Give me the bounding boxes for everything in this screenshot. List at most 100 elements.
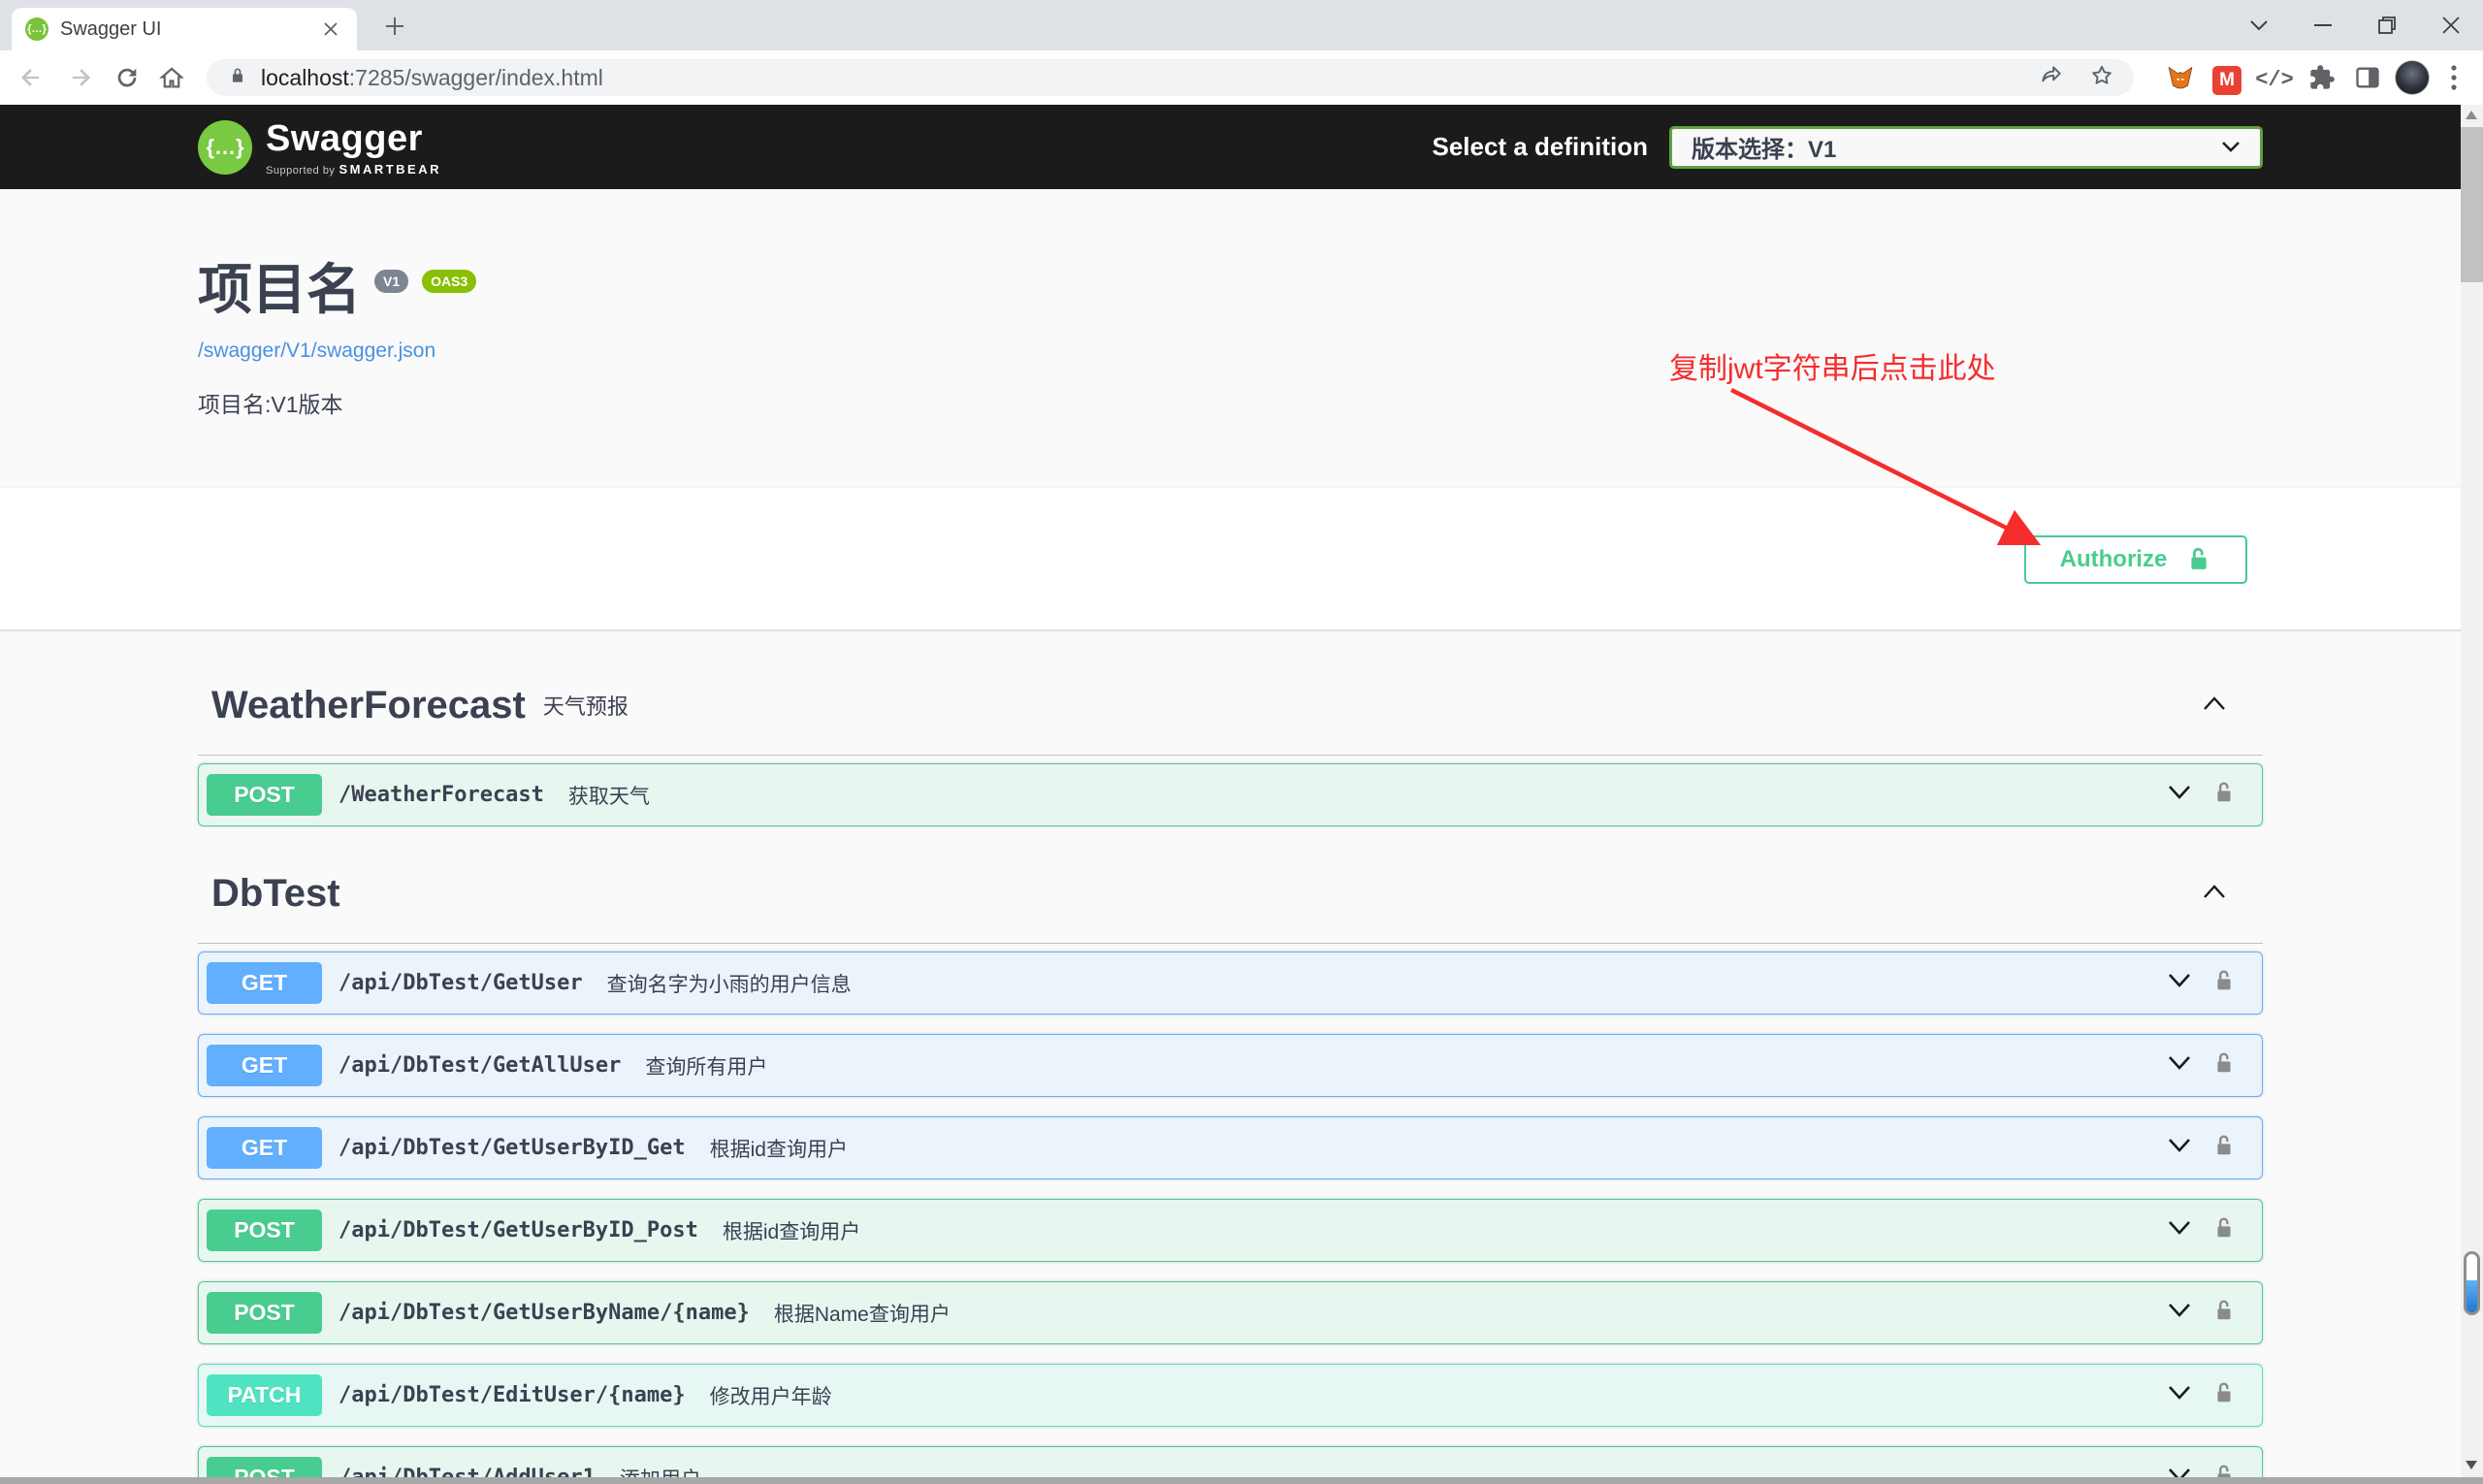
browser-tab[interactable]: {…} Swagger UI: [12, 8, 357, 50]
select-definition-label: Select a definition: [1433, 132, 1649, 162]
chevron-down-icon[interactable]: [2168, 1303, 2191, 1323]
operation-row[interactable]: GET /api/DbTest/GetUserByID_Get 根据id查询用户: [198, 1116, 2263, 1179]
operation-path: /api/DbTest/EditUser/{name}: [339, 1383, 686, 1407]
forward-icon[interactable]: [67, 64, 94, 96]
extension-icons: M </>: [2157, 60, 2473, 100]
browser-toolbar: localhost:7285/swagger/index.html M </>: [0, 50, 2483, 105]
method-badge: GET: [207, 1045, 322, 1086]
code-extension-icon[interactable]: </>: [2250, 68, 2299, 92]
operation-path: /api/DbTest/GetUserByName/{name}: [339, 1301, 750, 1325]
operation-row[interactable]: POST /api/DbTest/GetUserByID_Post 根据id查询…: [198, 1199, 2263, 1262]
section-header-dbtest[interactable]: DbTest: [198, 870, 2263, 944]
chevron-down-icon[interactable]: [2168, 785, 2191, 805]
api-title: 项目名: [198, 262, 361, 318]
operation-path: /api/DbTest/GetAllUser: [339, 1053, 621, 1078]
operation-description: 查询名字为小雨的用户信息: [607, 969, 852, 998]
operation-path: /WeatherForecast: [339, 783, 544, 807]
method-badge: POST: [207, 1210, 322, 1251]
share-icon[interactable]: [2039, 63, 2064, 93]
tab-close-icon[interactable]: [318, 16, 343, 42]
method-badge: GET: [207, 1127, 322, 1169]
section-title: WeatherForecast: [211, 682, 526, 728]
lock-icon[interactable]: [2212, 1380, 2236, 1411]
operation-row[interactable]: GET /api/DbTest/GetAllUser 查询所有用户: [198, 1034, 2263, 1097]
browser-tabstrip: {…} Swagger UI: [0, 0, 2483, 50]
extensions-puzzle-icon[interactable]: [2299, 64, 2345, 96]
lock-icon[interactable]: [2212, 968, 2236, 999]
api-description: 项目名:V1版本: [198, 386, 2483, 419]
url-text: localhost:7285/swagger/index.html: [261, 65, 603, 91]
section-description: 天气预报: [543, 690, 629, 721]
swagger-logo-text: Swagger: [266, 118, 441, 160]
close-window-button[interactable]: [2419, 0, 2483, 50]
swagger-logo: {…} Swagger Supported bySMARTBEAR: [198, 118, 441, 177]
new-tab-button[interactable]: [378, 10, 411, 43]
profile-avatar[interactable]: [2390, 60, 2435, 100]
back-icon[interactable]: [17, 64, 45, 96]
chevron-down-icon[interactable]: [2168, 1055, 2191, 1076]
chevron-down-icon[interactable]: [2168, 973, 2191, 993]
lock-icon[interactable]: [2212, 1215, 2236, 1246]
authorize-label: Authorize: [2060, 546, 2168, 573]
scheme-container: Authorize: [0, 488, 2483, 629]
maximize-button[interactable]: [2355, 0, 2419, 50]
bookmark-star-icon[interactable]: [2089, 63, 2114, 93]
lock-icon[interactable]: [2212, 1050, 2236, 1081]
scroll-progress-widget[interactable]: [2464, 1251, 2480, 1315]
method-badge: POST: [207, 1292, 322, 1334]
lock-icon[interactable]: [2212, 1133, 2236, 1164]
scrollbar-down-arrow-icon[interactable]: [2466, 1461, 2477, 1469]
side-panel-icon[interactable]: [2345, 64, 2390, 96]
operation-row[interactable]: GET /api/DbTest/GetUser 查询名字为小雨的用户信息: [198, 952, 2263, 1015]
chevron-up-icon[interactable]: [2202, 883, 2227, 905]
scrollbar-thumb[interactable]: [2461, 127, 2483, 282]
lock-icon[interactable]: [2212, 1298, 2236, 1329]
url-bar[interactable]: localhost:7285/swagger/index.html: [207, 59, 2134, 96]
section-header-weatherforecast[interactable]: WeatherForecast 天气预报: [198, 682, 2263, 756]
chevron-down-icon: [2221, 134, 2241, 161]
api-info-section: 项目名 V1 OAS3 /swagger/V1/swagger.json 项目名…: [0, 189, 2483, 488]
operation-row[interactable]: PATCH /api/DbTest/EditUser/{name} 修改用户年龄: [198, 1364, 2263, 1427]
definition-select[interactable]: 版本选择：V1: [1669, 126, 2263, 169]
operation-description: 获取天气: [568, 781, 650, 810]
home-icon[interactable]: [158, 64, 185, 96]
chevron-down-icon[interactable]: [2168, 1138, 2191, 1158]
definition-select-value: 版本选择：V1: [1692, 130, 1836, 164]
spec-json-link[interactable]: /swagger/V1/swagger.json: [198, 339, 435, 363]
chevron-down-icon[interactable]: [2168, 1220, 2191, 1241]
https-lock-icon[interactable]: [228, 64, 247, 92]
browser-menu-icon[interactable]: [2435, 65, 2473, 95]
lock-icon[interactable]: [2212, 780, 2236, 811]
annotation-arrow: [1717, 380, 2076, 574]
operation-row[interactable]: POST /WeatherForecast 获取天气: [198, 763, 2263, 826]
swagger-logo-icon: {…}: [198, 120, 252, 175]
oas3-badge: OAS3: [422, 270, 476, 293]
page-content: {…} Swagger Supported bySMARTBEAR Select…: [0, 105, 2483, 1484]
tab-search-chevron-icon[interactable]: [2227, 0, 2291, 50]
mail-extension-icon[interactable]: M: [2204, 66, 2250, 95]
operation-description: 根据id查询用户: [723, 1216, 860, 1245]
operations-area: WeatherForecast 天气预报 POST /WeatherForeca…: [0, 682, 2483, 1484]
method-badge: PATCH: [207, 1374, 322, 1416]
operation-description: 修改用户年龄: [710, 1381, 832, 1410]
swagger-topbar: {…} Swagger Supported bySMARTBEAR Select…: [0, 105, 2483, 189]
tab-title: Swagger UI: [60, 18, 318, 41]
operation-description: 根据Name查询用户: [774, 1299, 951, 1328]
operation-path: /api/DbTest/GetUserByID_Get: [339, 1136, 686, 1160]
operation-path: /api/DbTest/GetUserByID_Post: [339, 1218, 698, 1242]
unlock-icon: [2186, 546, 2211, 573]
chevron-up-icon[interactable]: [2202, 694, 2227, 717]
operation-row[interactable]: POST /api/DbTest/GetUserByName/{name} 根据…: [198, 1281, 2263, 1344]
window-bottom-edge: [0, 1477, 2483, 1484]
minimize-button[interactable]: [2291, 0, 2355, 50]
method-badge: GET: [207, 962, 322, 1004]
operation-description: 查询所有用户: [645, 1051, 767, 1081]
reload-icon[interactable]: [113, 64, 141, 96]
smartbear-tagline: Supported bySMARTBEAR: [266, 162, 441, 177]
chevron-down-icon[interactable]: [2168, 1385, 2191, 1405]
swagger-favicon-icon: {…}: [25, 17, 48, 41]
scrollbar-up-arrow-icon[interactable]: [2466, 111, 2477, 119]
metamask-icon[interactable]: [2157, 63, 2204, 97]
operation-path: /api/DbTest/GetUser: [339, 971, 583, 995]
version-badge: V1: [374, 270, 408, 293]
